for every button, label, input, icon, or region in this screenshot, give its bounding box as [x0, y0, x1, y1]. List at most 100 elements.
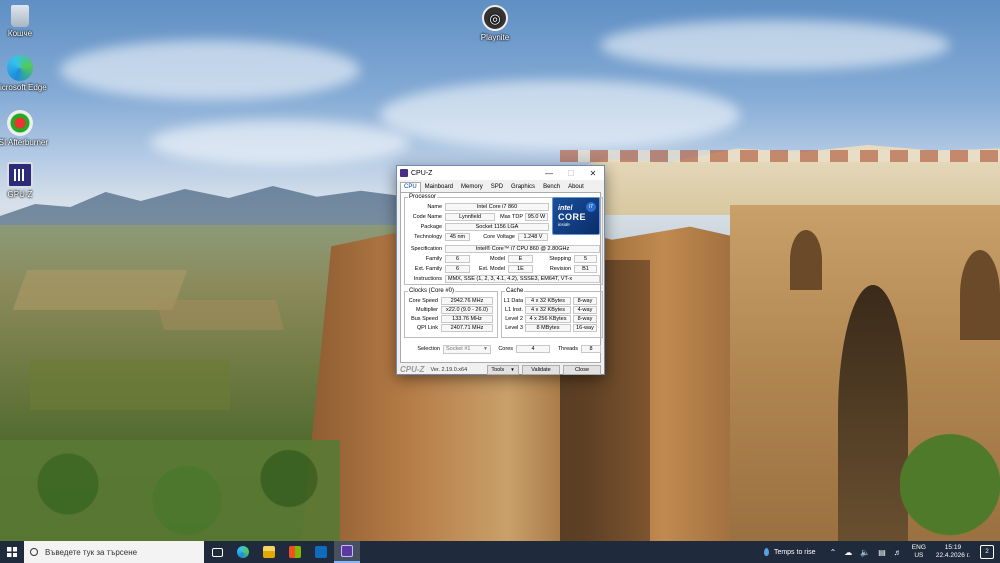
desktop-icon-label: Кошче: [7, 29, 33, 38]
cache-legend: Cache: [506, 288, 524, 294]
desktop-icon-playnite[interactable]: ◎ Playnite: [465, 5, 525, 42]
extmodel-label: Ext. Model: [479, 266, 505, 272]
name-value: Intel Core i7 860: [445, 203, 549, 211]
desktop-icon-edge[interactable]: Microsoft Edge: [0, 55, 50, 92]
codename-value: Lynnfield: [445, 213, 495, 221]
threads-value: 8: [581, 345, 601, 353]
taskbar-mail[interactable]: [308, 541, 334, 563]
cache-size: 4 x 32 KBytes: [525, 297, 571, 305]
tab-memory[interactable]: Memory: [457, 182, 487, 192]
window-title: CPU-Z: [411, 169, 433, 177]
tools-button[interactable]: Tools ▼: [487, 364, 519, 375]
cache-way: 4-way: [573, 306, 597, 314]
cache-row: L1 Data 4 x 32 KBytes 8-way: [501, 297, 597, 305]
cache-size: 4 x 32 KBytes: [525, 306, 571, 314]
instructions-label: Instructions: [413, 276, 442, 282]
tab-bench[interactable]: Bench: [539, 182, 564, 192]
cache-way: 16-way: [573, 324, 597, 332]
qpilink-label: QPI Link: [416, 325, 438, 331]
tab-about[interactable]: About: [564, 182, 588, 192]
desktop-icon-afterburner[interactable]: MSI Afterburner: [0, 110, 50, 147]
cache-row: Level 3 8 MBytes 16-way: [501, 324, 597, 332]
clock-date: 22.4.2026 г.: [935, 552, 970, 559]
chevron-down-icon: ▼: [483, 345, 488, 352]
package-value: Socket 1156 LGA: [445, 223, 549, 231]
cache-size: 4 x 256 KBytes: [525, 315, 571, 323]
technology-value: 45 nm: [445, 233, 470, 241]
titlebar[interactable]: CPU-Z — ☐ ✕: [397, 166, 604, 180]
taskbar-edge[interactable]: [230, 541, 256, 563]
logo-core: CORE: [558, 212, 587, 222]
corevoltage-value: 1.248 V: [518, 233, 548, 241]
minimize-button[interactable]: —: [538, 166, 560, 180]
weather-widget[interactable]: Temps to rise: [763, 548, 816, 556]
desktop-icon-gpuz[interactable]: GPU-Z: [0, 162, 50, 199]
family-value: 6: [445, 255, 470, 263]
notification-count: 2: [985, 549, 989, 555]
selection-label: Selection: [417, 346, 440, 352]
tab-cpu[interactable]: CPU: [400, 182, 421, 192]
intel-core-i7-logo: intel CORE inside i7: [552, 197, 600, 235]
multiplier-label: Multiplier: [415, 307, 438, 313]
cache-label: L1 Data: [503, 298, 523, 304]
clock[interactable]: 15:19 22.4.2026 г.: [936, 544, 970, 560]
threads-label: Threads: [557, 346, 578, 352]
cache-size: 8 MBytes: [525, 324, 571, 332]
desktop-icon-label: MSI Afterburner: [0, 138, 49, 147]
taskbar-cpuz[interactable]: [334, 541, 360, 563]
town-roofs: [560, 150, 1000, 162]
cpuz-window[interactable]: CPU-Z — ☐ ✕ CPU Mainboard Memory SPD Gra…: [396, 165, 605, 375]
language-code: ENG: [911, 544, 926, 551]
taskbar-file-explorer[interactable]: [256, 541, 282, 563]
network-icon[interactable]: ▤: [878, 548, 886, 557]
taskbar-store[interactable]: [282, 541, 308, 563]
recycle-bin-icon: [11, 5, 29, 27]
cores-label: Cores: [498, 346, 513, 352]
busspeed-label: Bus Speed: [411, 316, 438, 322]
folder-icon: [263, 546, 275, 558]
task-view-button[interactable]: [204, 541, 230, 563]
socket-select[interactable]: Socket #1 ▼: [443, 344, 491, 354]
language-indicator[interactable]: ENG US: [912, 544, 926, 560]
cloud: [600, 20, 950, 70]
bridge-arch: [960, 250, 1000, 340]
multiplier-value: x22.0 (9.0 - 26.0): [441, 306, 493, 314]
taskbar-search[interactable]: Въведете тук за търсене: [24, 541, 204, 563]
store-icon: [289, 546, 301, 558]
speaker-icon[interactable]: ♬: [894, 548, 902, 557]
cache-row: Level 2 4 x 256 KBytes 8-way: [501, 315, 597, 323]
bushes: [900, 400, 1000, 541]
validate-button[interactable]: Validate: [522, 364, 560, 375]
processor-legend: Processor: [409, 194, 437, 200]
socket-select-value: Socket #1: [446, 345, 471, 352]
close-button[interactable]: Close: [563, 364, 601, 375]
start-button[interactable]: [0, 541, 24, 563]
edge-icon: [237, 546, 249, 558]
volume-icon[interactable]: 🔈: [860, 548, 870, 557]
search-placeholder: Въведете тук за търсене: [45, 547, 138, 557]
tab-spd[interactable]: SPD: [487, 182, 507, 192]
corespeed-value: 2942.76 MHz: [441, 297, 493, 305]
cpuz-icon: [341, 545, 353, 557]
tab-graphics[interactable]: Graphics: [507, 182, 539, 192]
tab-mainboard[interactable]: Mainboard: [421, 182, 457, 192]
desktop: Кошче Microsoft Edge MSI Afterburner GPU…: [0, 0, 1000, 541]
desktop-icon-recycle-bin[interactable]: Кошче: [0, 5, 50, 38]
tools-label: Tools: [491, 366, 505, 373]
family-label: Family: [425, 256, 442, 262]
chevron-up-icon[interactable]: ⌃: [830, 548, 837, 557]
maximize-button[interactable]: ☐: [560, 166, 582, 180]
mail-icon: [315, 546, 327, 558]
bridge-arch: [790, 230, 822, 290]
afterburner-icon: [7, 110, 33, 136]
cache-way: 8-way: [573, 297, 597, 305]
close-window-button[interactable]: ✕: [582, 166, 604, 180]
busspeed-value: 133.76 MHz: [441, 315, 493, 323]
notifications-button[interactable]: 2: [980, 545, 994, 559]
desktop-icon-label: Microsoft Edge: [0, 83, 47, 92]
weather-text: Temps to rise: [773, 548, 816, 556]
package-label: Package: [420, 224, 442, 230]
technology-label: Technology: [414, 234, 442, 240]
cloud-icon[interactable]: ☁: [844, 548, 852, 557]
maxtdp-label: Max TDP: [500, 214, 523, 220]
